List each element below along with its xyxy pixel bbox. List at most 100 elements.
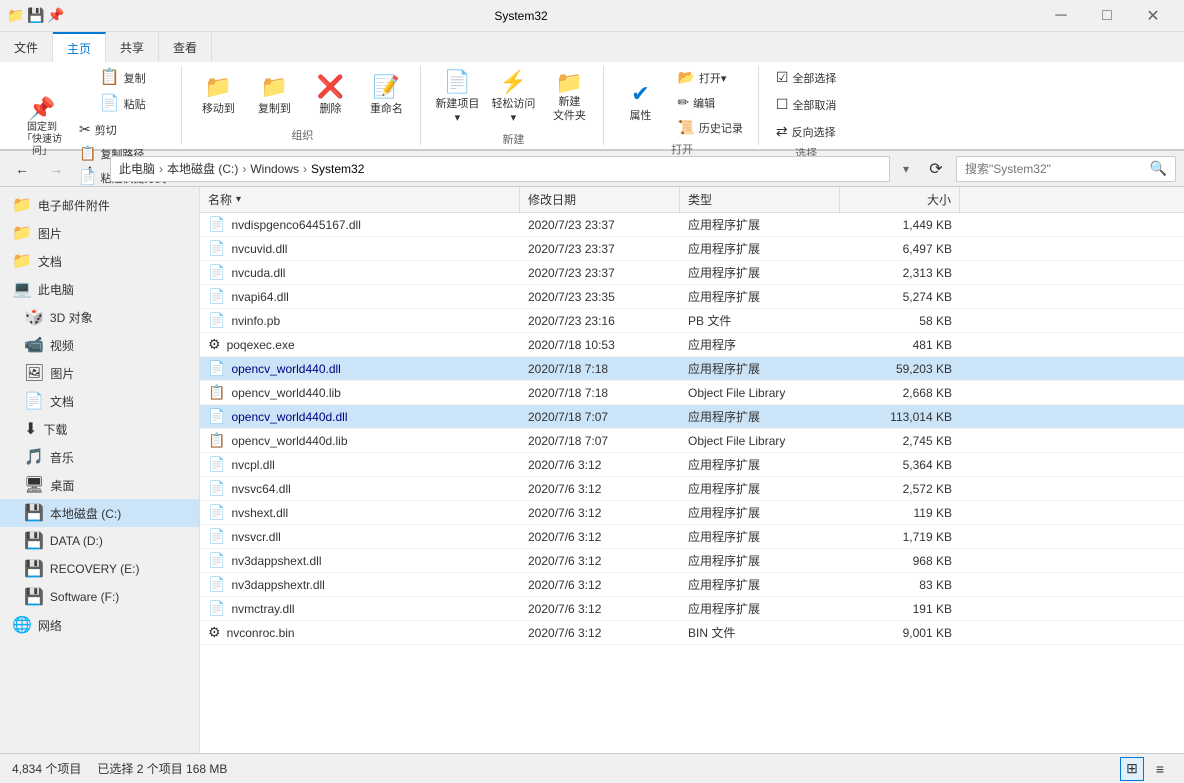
table-row[interactable]: 📄 opencv_world440.dll 2020/7/18 7:18 应用程… (200, 357, 1184, 381)
file-name-cell: 📄 nvsvcr.dll (200, 528, 520, 545)
edit-button[interactable]: ✏ 编辑 (670, 91, 749, 114)
table-row[interactable]: 📄 nvmctray.dll 2020/7/6 3:12 应用程序扩展 191 … (200, 597, 1184, 621)
new-item-button[interactable]: 📄 新建项目▾ (431, 66, 483, 129)
table-row[interactable]: 📄 nvsvcr.dll 2020/7/6 3:12 应用程序扩展 1,719 … (200, 525, 1184, 549)
table-row[interactable]: 📄 nv3dappshext.dll 2020/7/6 3:12 应用程序扩展 … (200, 549, 1184, 573)
table-row[interactable]: 📄 nvcpl.dll 2020/7/6 3:12 应用程序扩展 5,364 K… (200, 453, 1184, 477)
properties-button[interactable]: ✔ 属性 (614, 74, 666, 132)
sort-icon: ▾ (236, 194, 241, 205)
history-button[interactable]: 📜 历史记录 (670, 116, 749, 139)
copy-to-label: 复制到 (258, 100, 291, 116)
sidebar-item-thispc[interactable]: 💻 此电脑 (0, 275, 199, 303)
table-row[interactable]: 📄 nvdispgenco6445167.dll 2020/7/23 23:37… (200, 213, 1184, 237)
datad-icon: 💾 (24, 531, 44, 551)
search-input[interactable] (965, 162, 1146, 176)
details-view-button[interactable]: ≡ (1148, 757, 1172, 781)
rename-button[interactable]: 📝 重命名 (360, 67, 412, 125)
table-row[interactable]: 📄 nvcuda.dll 2020/7/23 23:37 应用程序扩展 2,31… (200, 261, 1184, 285)
col-header-size[interactable]: 大小 (840, 187, 960, 212)
copy-to-button[interactable]: 📁 复制到 (248, 67, 300, 125)
sidebar-item-email[interactable]: 📁 电子邮件附件 (0, 191, 199, 219)
file-type-cell: 应用程序扩展 (680, 504, 840, 521)
file-name-cell: 📋 opencv_world440d.lib (200, 432, 520, 449)
delete-button[interactable]: ❌ 删除 (304, 67, 356, 125)
table-row[interactable]: 📄 nvinfo.pb 2020/7/23 23:16 PB 文件 58 KB (200, 309, 1184, 333)
cut-label: 剪切 (95, 122, 117, 138)
easy-access-button[interactable]: ⚡ 轻松访问▾ (487, 66, 539, 129)
new-folder-button[interactable]: 📁 新建文件夹 (543, 67, 595, 127)
file-size-cell: 2,313 KB (840, 266, 960, 280)
file-name-cell: ⚙ poqexec.exe (200, 336, 520, 353)
file-rows-container: 📄 nvdispgenco6445167.dll 2020/7/23 23:37… (200, 213, 1184, 645)
refresh-button[interactable]: ⟳ (922, 155, 950, 183)
sidebar-item-pictures2[interactable]: 🖼 图片 (0, 359, 199, 387)
file-date-cell: 2020/7/18 7:07 (520, 410, 680, 424)
table-row[interactable]: 📄 nvsvc64.dll 2020/7/6 3:12 应用程序扩展 2,572… (200, 477, 1184, 501)
file-date-cell: 2020/7/23 23:16 (520, 314, 680, 328)
sidebar-item-downloads[interactable]: ⬇ 下载 (0, 415, 199, 443)
paste-button[interactable]: 📄 粘贴 (72, 92, 173, 116)
table-row[interactable]: ⚙ nvconroc.bin 2020/7/6 3:12 BIN 文件 9,00… (200, 621, 1184, 645)
move-to-button[interactable]: 📁 移动到 (192, 67, 244, 125)
cut-button[interactable]: ✂ 剪切 (72, 118, 173, 141)
table-row[interactable]: 📄 nvshext.dll 2020/7/6 3:12 应用程序扩展 119 K… (200, 501, 1184, 525)
col-header-name[interactable]: 名称 ▾ (200, 187, 520, 212)
address-bar: ← → ↑ 此电脑 › 本地磁盘 (C:) › Windows › System… (0, 151, 1184, 187)
tab-home[interactable]: 主页 (53, 32, 106, 62)
pin-button[interactable]: 📌 固定到「快速访问」 (16, 93, 68, 163)
file-icon: 📄 (208, 408, 225, 425)
sidebar-item-network[interactable]: 🌐 网络 (0, 611, 199, 639)
table-row[interactable]: ⚙ poqexec.exe 2020/7/18 10:53 应用程序 481 K… (200, 333, 1184, 357)
new-folder-label: 新建文件夹 (553, 96, 586, 122)
breadcrumb-thispc[interactable]: 此电脑 (119, 160, 155, 177)
file-name: nvmctray.dll (231, 602, 294, 616)
sidebar-item-docs2[interactable]: 📄 文档 (0, 387, 199, 415)
file-name-cell: 📄 nvshext.dll (200, 504, 520, 521)
breadcrumb-c[interactable]: 本地磁盘 (C:) (167, 160, 238, 177)
file-date-cell: 2020/7/23 23:37 (520, 218, 680, 232)
select-none-button[interactable]: ☐ 全部取消 (769, 93, 844, 116)
back-button[interactable]: ← (8, 155, 36, 183)
3d-icon: 🎲 (24, 307, 44, 327)
sidebar-item-3d[interactable]: 🎲 3D 对象 (0, 303, 199, 331)
sidebar-item-recoverye[interactable]: 💾 RECOVERY (E:) (0, 555, 199, 583)
open-button[interactable]: 📂 打开▾ (670, 66, 749, 89)
sidebar-item-datad[interactable]: 💾 DATA (D:) (0, 527, 199, 555)
sidebar-item-video[interactable]: 📹 视频 (0, 331, 199, 359)
sep-2: › (242, 162, 246, 176)
up-button[interactable]: ↑ (76, 155, 104, 183)
file-date-cell: 2020/7/23 23:37 (520, 242, 680, 256)
tab-view[interactable]: 查看 (159, 32, 212, 62)
col-header-type[interactable]: 类型 (680, 187, 840, 212)
breadcrumb-dropdown[interactable]: ▾ (896, 162, 916, 176)
close-button[interactable]: ✕ (1130, 0, 1176, 32)
select-none-label: 全部取消 (792, 97, 836, 113)
table-row[interactable]: 📋 opencv_world440d.lib 2020/7/18 7:07 Ob… (200, 429, 1184, 453)
table-row[interactable]: 📄 nvapi64.dll 2020/7/23 23:35 应用程序扩展 5,2… (200, 285, 1184, 309)
sidebar-item-desktop[interactable]: 🖥 桌面 (0, 471, 199, 499)
tab-share[interactable]: 共享 (106, 32, 159, 62)
maximize-button[interactable]: □ (1084, 0, 1130, 32)
table-row[interactable]: 📋 opencv_world440.lib 2020/7/18 7:18 Obj… (200, 381, 1184, 405)
sidebar-item-music[interactable]: 🎵 音乐 (0, 443, 199, 471)
minimize-button[interactable]: ─ (1038, 0, 1084, 32)
tab-file[interactable]: 文件 (0, 32, 53, 62)
file-size-cell: 2,668 KB (840, 386, 960, 400)
sidebar-item-softf[interactable]: 💾 Software (F:) (0, 583, 199, 611)
file-name: nv3dappshext.dll (231, 554, 321, 568)
file-size-cell: 2,572 KB (840, 482, 960, 496)
table-row[interactable]: 📄 nvcuvid.dll 2020/7/23 23:37 应用程序扩展 6,4… (200, 237, 1184, 261)
sidebar-item-localc[interactable]: 💾 本地磁盘 (C:) (0, 499, 199, 527)
invert-select-button[interactable]: ⇄ 反向选择 (769, 120, 843, 143)
breadcrumb-windows[interactable]: Windows (250, 162, 299, 176)
table-row[interactable]: 📄 nv3dappshextr.dll 2020/7/6 3:12 应用程序扩展… (200, 573, 1184, 597)
copy-button[interactable]: 📋 复制 (72, 66, 173, 90)
breadcrumb-system32[interactable]: System32 (311, 162, 364, 176)
forward-button[interactable]: → (42, 155, 70, 183)
table-row[interactable]: 📄 opencv_world440d.dll 2020/7/18 7:07 应用… (200, 405, 1184, 429)
sidebar-item-docs[interactable]: 📁 文档 (0, 247, 199, 275)
sidebar-item-pictures[interactable]: 📁 图片 (0, 219, 199, 247)
large-icons-view-button[interactable]: ⊞ (1120, 757, 1144, 781)
select-all-button[interactable]: ☑ 全部选择 (769, 66, 844, 89)
col-header-date[interactable]: 修改日期 (520, 187, 680, 212)
